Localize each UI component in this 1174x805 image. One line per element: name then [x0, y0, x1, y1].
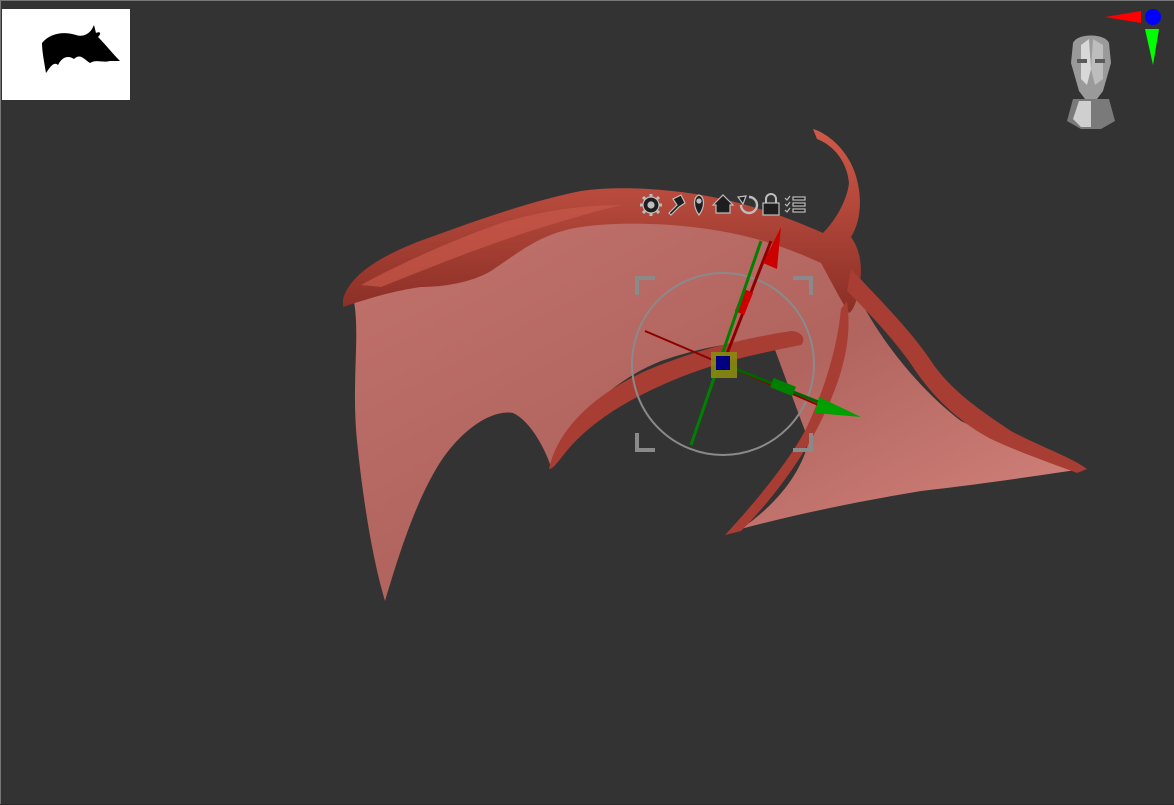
scene-canvas[interactable] [1, 1, 1174, 805]
axis-orientation-widget[interactable] [1101, 5, 1167, 69]
x-axis-arrow[interactable] [1105, 11, 1141, 23]
checklist-icon[interactable] [784, 195, 806, 213]
z-axis-dot[interactable] [1145, 9, 1161, 25]
gizmo-center-core[interactable] [716, 356, 730, 370]
y-axis-arrow[interactable] [1145, 29, 1159, 65]
lock-icon[interactable] [762, 193, 780, 216]
gear-icon[interactable] [640, 194, 662, 216]
3d-viewport[interactable] [0, 0, 1174, 804]
